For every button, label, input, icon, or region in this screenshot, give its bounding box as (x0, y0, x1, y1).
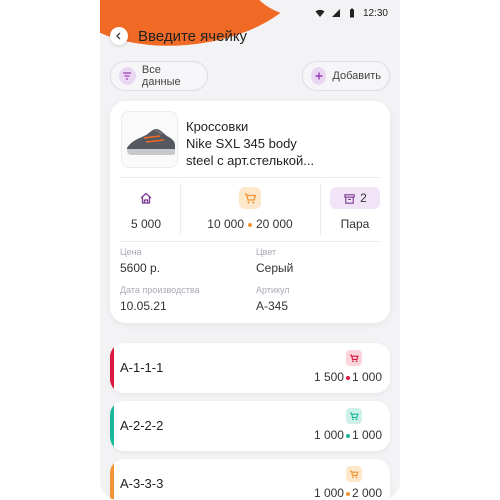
cell-quantities: 1 000 2 000 (314, 486, 382, 500)
battery-icon (349, 8, 354, 18)
all-data-label: Все данные (141, 64, 181, 88)
cart-icon (239, 187, 261, 209)
cell-item[interactable]: А-3-3-3 1 000 2 000 (110, 459, 390, 500)
home-icon (135, 187, 157, 209)
stat-pack: 2 Пара (326, 187, 384, 231)
cell-to: 1 000 (351, 428, 382, 442)
range-from: 10 000 (207, 217, 244, 231)
article-field: Артикул А-345 (256, 285, 290, 313)
article-label: Артикул (256, 285, 290, 295)
product-name: Кроссовки Nike SXL 345 body steel с арт.… (186, 118, 386, 169)
color-label: Цвет (256, 247, 277, 257)
phone-screen: 12:30 Введите ячейку Все данные Добавить (100, 0, 400, 500)
cell-color-bar (110, 401, 114, 451)
range-dot (248, 222, 252, 227)
separator (180, 183, 181, 235)
cell-to: 2 000 (351, 486, 382, 500)
cell-from: 1 500 (313, 370, 344, 384)
cell-from: 1 000 (313, 428, 344, 442)
product-card[interactable]: Кроссовки Nike SXL 345 body steel с арт.… (110, 101, 390, 323)
range-value: 10 000 20 000 (186, 217, 314, 231)
pack-count: 2 (360, 191, 367, 205)
color-value: Серый (256, 261, 294, 275)
product-image (121, 111, 178, 168)
cell-code: А-2-2-2 (120, 418, 164, 433)
cell-code: А-3-3-3 (120, 476, 164, 491)
cart-icon (346, 408, 362, 424)
page-header: Введите ячейку (110, 27, 247, 45)
cell-to: 1 000 (351, 370, 382, 384)
filter-icon (119, 67, 136, 85)
separator (320, 183, 321, 235)
divider (120, 177, 380, 178)
product-name-line3: steel с арт.стелькой... (186, 153, 315, 168)
cell-quantities: 1 000 1 000 (314, 428, 382, 442)
cell-quantities: 1 500 1 000 (314, 370, 382, 384)
cart-icon (346, 466, 362, 482)
box-icon (344, 193, 355, 204)
back-icon (116, 32, 121, 40)
cell-item[interactable]: А-2-2-2 1 000 1 000 (110, 401, 390, 451)
cell-dot (345, 433, 350, 438)
cell-dot (345, 491, 350, 496)
plus-icon (311, 67, 327, 85)
cell-color-bar (110, 343, 114, 393)
all-data-button[interactable]: Все данные (110, 61, 208, 91)
article-value: А-345 (256, 299, 289, 313)
cell-from: 1 000 (313, 486, 344, 500)
date-value: 10.05.21 (120, 299, 167, 313)
price-field: Цена 5600 р. (120, 247, 160, 275)
stat-range: 10 000 20 000 (186, 187, 314, 231)
range-to: 20 000 (256, 217, 293, 231)
cell-code: А-1-1-1 (120, 360, 164, 375)
divider (120, 241, 380, 242)
date-field: Дата производства 10.05.21 (120, 285, 200, 313)
price-label: Цена (120, 247, 142, 257)
cell-item[interactable]: А-1-1-1 1 500 1 000 (110, 343, 390, 393)
cell-color-bar (110, 459, 114, 500)
signal-icon (331, 9, 340, 17)
wifi-icon (315, 9, 325, 17)
cart-icon (346, 350, 362, 366)
product-name-line1: Кроссовки (186, 119, 249, 134)
product-name-line2: Nike SXL 345 body (186, 136, 297, 151)
price-value: 5600 р. (120, 261, 161, 275)
add-button[interactable]: Добавить (302, 61, 390, 91)
add-label: Добавить (332, 70, 381, 82)
date-label: Дата производства (120, 285, 200, 295)
color-field: Цвет Серый (256, 247, 293, 275)
back-button[interactable] (110, 27, 128, 45)
stock-value: 5 000 (130, 217, 162, 231)
pack-badge: 2 (330, 187, 380, 209)
pack-unit: Пара (340, 217, 370, 231)
cell-dot (345, 375, 350, 380)
page-title: Введите ячейку (138, 27, 248, 45)
stat-stock: 5 000 (124, 187, 168, 231)
status-bar: 12:30 (315, 6, 388, 20)
status-time: 12:30 (362, 7, 388, 19)
